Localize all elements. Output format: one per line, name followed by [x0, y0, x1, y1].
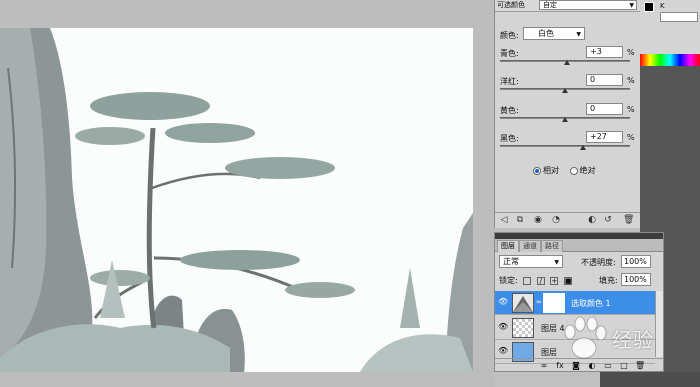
layer-mask-thumbnail[interactable]	[543, 293, 565, 313]
tab-paths[interactable]: 路径	[541, 240, 563, 252]
slider-thumb[interactable]	[579, 145, 586, 150]
color-dropdown[interactable]: 白色 ▼	[523, 27, 585, 40]
clip-layer-icon[interactable]: ⧉	[515, 215, 525, 225]
watermark: 经验	[556, 312, 696, 372]
link-layers-icon[interactable]: ∞	[539, 361, 549, 370]
paw-logo-icon	[564, 316, 607, 359]
color-spectrum-bar[interactable]	[640, 54, 700, 66]
blend-mode-dropdown[interactable]: 正常 ▼	[499, 255, 563, 268]
slider-label: 黄色:	[500, 106, 519, 115]
eye-preview-icon[interactable]: ◔	[551, 215, 561, 225]
radio-relative-label: 相对	[543, 166, 559, 175]
color-label: 颜色:	[500, 31, 519, 40]
opacity-label: 不透明度:	[581, 258, 616, 267]
tab-layers[interactable]: 图层	[497, 240, 519, 252]
percent-sign: %	[627, 76, 635, 85]
slider-label: 青色:	[500, 49, 519, 58]
percent-sign: %	[627, 105, 635, 114]
visibility-toggle-icon[interactable]: ◉	[533, 215, 543, 225]
slider-black: 黑色: +27 %	[500, 131, 635, 153]
back-arrow-icon[interactable]: ◁	[499, 215, 509, 225]
slider-track[interactable]	[500, 145, 630, 147]
black-value-field[interactable]: +27	[586, 131, 623, 143]
foreground-color-swatch[interactable]	[644, 2, 654, 12]
lock-row: 锁定: / + ■	[499, 275, 572, 286]
radio-relative[interactable]	[533, 166, 541, 175]
percent-sign: %	[627, 48, 635, 57]
chevron-down-icon: ▼	[629, 2, 634, 9]
adjustments-panel: 可选颜色 自定 ▼ 颜色: 白色 ▼ 青色: +3 % 洋红: 0 % 黄色: …	[494, 0, 641, 228]
lock-transparency-icon[interactable]	[523, 276, 532, 285]
slider-thumb[interactable]	[563, 60, 570, 65]
eye-icon[interactable]: 👁	[498, 323, 508, 331]
k-channel-label: K	[660, 2, 665, 10]
lock-label: 锁定:	[499, 276, 518, 285]
slider-yellow: 黄色: 0 %	[500, 103, 635, 125]
adjustment-title: 可选颜色	[497, 1, 525, 9]
slider-label: 黑色:	[500, 134, 519, 143]
lock-move-icon[interactable]: +	[550, 276, 559, 285]
slider-magenta: 洋红: 0 %	[500, 74, 635, 96]
watermark-text: 经验	[612, 328, 654, 352]
fill-label: 填充:	[599, 276, 618, 285]
layer-name: 图层	[541, 348, 557, 357]
opacity-field[interactable]: 100%	[621, 255, 651, 268]
slider-thumb[interactable]	[562, 88, 568, 93]
layer-thumbnail	[512, 318, 534, 338]
radio-absolute-label: 绝对	[579, 166, 596, 175]
landscape-photo	[0, 28, 473, 372]
method-radio-group: 相对 绝对	[533, 165, 604, 177]
link-icon[interactable]: ∞	[536, 298, 542, 306]
previous-state-icon[interactable]: ◐	[587, 215, 597, 225]
preset-dropdown[interactable]: 自定 ▼	[539, 0, 637, 10]
yellow-value-field[interactable]: 0	[586, 103, 623, 115]
chevron-down-icon: ▼	[554, 259, 559, 266]
preset-value: 自定	[543, 1, 557, 9]
layers-tab-bar: 图层 通道 路径	[495, 239, 663, 252]
fill-field[interactable]: 100%	[621, 273, 651, 286]
radio-absolute[interactable]	[569, 166, 578, 175]
percent-sign: %	[627, 133, 635, 142]
adjustment-icon	[513, 296, 533, 312]
cyan-value-field[interactable]: +3	[586, 46, 623, 58]
slider-cyan: 青色: +3 %	[500, 46, 635, 68]
color-value: 白色	[538, 29, 554, 38]
tab-channels[interactable]: 通道	[519, 240, 541, 252]
document-image[interactable]	[0, 28, 473, 372]
slider-thumb[interactable]	[562, 117, 568, 122]
bottom-strip	[600, 372, 700, 387]
adjustments-header: 可选颜色 自定 ▼	[495, 0, 641, 12]
slider-label: 洋红:	[500, 77, 519, 86]
adjustments-footer: ◁ ⧉ ◉ ◔ ◐ ↺ 🗑	[495, 212, 641, 227]
lock-brush-icon[interactable]: /	[536, 276, 545, 285]
reset-icon[interactable]: ↺	[603, 215, 613, 225]
eye-icon[interactable]: 👁	[498, 298, 508, 306]
magenta-value-field[interactable]: 0	[586, 74, 623, 86]
k-channel-field[interactable]	[660, 12, 698, 22]
adjustment-thumbnail	[512, 293, 534, 313]
eye-icon[interactable]: 👁	[498, 347, 508, 355]
layer-name: 选取颜色 1	[571, 299, 611, 308]
lock-all-icon[interactable]: ■	[563, 276, 572, 285]
chevron-down-icon: ▼	[576, 31, 581, 38]
blend-mode-value: 正常	[503, 257, 519, 266]
trash-icon[interactable]: 🗑	[623, 215, 634, 225]
